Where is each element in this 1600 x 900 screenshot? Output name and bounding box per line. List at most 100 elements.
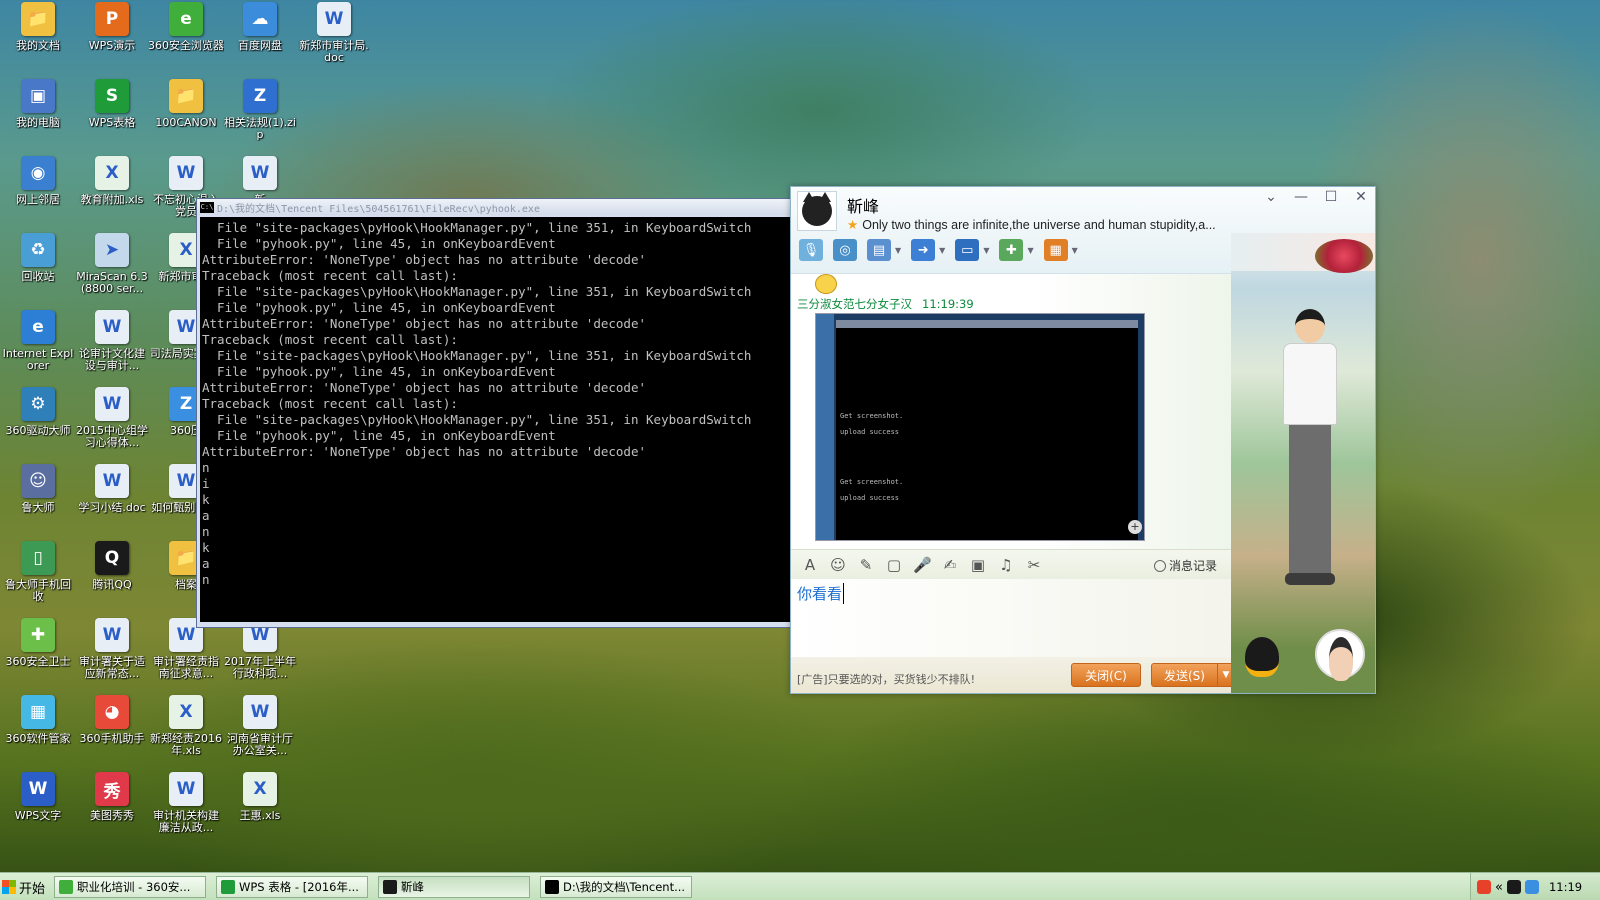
contact-name[interactable]: 靳峰 — [847, 193, 879, 217]
desktop-icon[interactable]: W 审计署关于适应新常态... — [74, 618, 150, 694]
taskbar-button[interactable]: 职业化培训 - 360安... — [54, 876, 206, 898]
desktop-icon[interactable]: W 2017年上半年行政科项... — [222, 618, 298, 694]
tray-app-icon[interactable] — [1477, 880, 1491, 894]
music-icon[interactable]: ♫ — [997, 556, 1015, 574]
tray-qq-icon[interactable] — [1506, 880, 1521, 894]
remote-desktop-icon[interactable]: ▭ — [955, 239, 980, 261]
chat-history[interactable]: 三分淑女范七分女子汉 11:19:39 Get screenshot. upload… — [791, 273, 1231, 549]
console-line: AttributeError: 'NoneType' object has no… — [202, 380, 647, 395]
desktop-icon[interactable]: W 审计署经责指南征求意... — [148, 618, 224, 694]
maximize-button[interactable]: ☐ — [1323, 189, 1339, 205]
scissors-icon[interactable]: ✂ — [1025, 556, 1043, 574]
meitu-icon: 秀 — [95, 772, 129, 806]
console-output[interactable]: File "site-packages\pyHook\HookManager.p… — [200, 217, 791, 622]
desktop-icon[interactable]: ◕ 360手机助手 — [74, 695, 150, 771]
dropdown-arrow-icon[interactable]: ▼ — [983, 246, 989, 255]
desktop-icon[interactable]: ♻ 回收站 — [0, 233, 76, 309]
edit-icon[interactable]: ✍ — [941, 556, 959, 574]
desktop-icon[interactable]: X 王惠.xls — [222, 772, 298, 848]
voice-call-icon[interactable]: 🎙 — [799, 239, 823, 261]
clock[interactable]: 11:19 — [1549, 880, 1582, 894]
dropdown-arrow-icon[interactable]: ▼ — [1072, 246, 1078, 255]
desktop-icon-label: 腾讯QQ — [92, 579, 132, 591]
dropdown-button[interactable]: ⌄ — [1263, 189, 1279, 205]
desktop-icon[interactable]: e Internet Explorer — [0, 310, 76, 386]
taskbar-button[interactable]: WPS 表格 - [2016年... — [216, 876, 368, 898]
message-screenshot-image[interactable]: Get screenshot. upload success Get screens… — [815, 313, 1145, 541]
console-titlebar[interactable]: C:\ D:\我的文档\Tencent Files\504561761\File… — [197, 199, 791, 215]
emoji-icon[interactable]: ☺ — [829, 556, 847, 574]
start-button[interactable]: 开始 — [2, 876, 50, 898]
desktop-icon[interactable]: ☺ 鲁大师 — [0, 464, 76, 540]
side-ad-banner[interactable] — [1231, 233, 1375, 273]
message-history-button[interactable]: 消息记录 — [1153, 557, 1217, 574]
qq-penguin-icon[interactable] — [1245, 637, 1279, 677]
desktop-icon[interactable]: S WPS表格 — [74, 79, 150, 155]
doc-icon: W — [95, 464, 129, 498]
voice-message-icon[interactable]: 🎤 — [913, 556, 932, 574]
contact-avatar[interactable] — [797, 191, 837, 231]
group-chat-icon[interactable]: ✚ — [999, 239, 1024, 261]
desktop-icon[interactable]: Q 腾讯QQ — [74, 541, 150, 617]
desktop-icon[interactable]: ▯ 鲁大师手机回收 — [0, 541, 76, 617]
dropdown-arrow-icon[interactable]: ▼ — [1027, 246, 1033, 255]
app-icon[interactable]: ▤ — [867, 239, 891, 261]
desktop-icon[interactable]: W 学习小结.doc — [74, 464, 150, 540]
desktop-icon[interactable]: 秀美图秀秀 — [74, 772, 150, 848]
desktop-icon[interactable]: W 新郑市审计局.doc — [296, 2, 372, 78]
message-sender: 三分淑女范七分女子汉 — [797, 297, 912, 311]
desktop-icon[interactable]: W 河南省审计厅办公室关... — [222, 695, 298, 771]
desktop-icon[interactable]: ➤ MiraScan 6.3 (8800 ser... — [74, 233, 150, 309]
zoom-plus-icon[interactable]: + — [1128, 520, 1142, 534]
dropdown-arrow-icon[interactable]: ▼ — [939, 246, 945, 255]
tray-network-icon[interactable] — [1524, 880, 1539, 894]
dropdown-arrow-icon[interactable]: ▼ — [895, 246, 901, 255]
console-line: Traceback (most recent call last): — [202, 332, 458, 347]
desktop-icon[interactable]: X 新郑经责2016年.xls — [148, 695, 224, 771]
input-toolbar: A ☺ ✎ ▢ 🎤 ✍ ▣ ♫ ✂ 消息记录 — [791, 549, 1231, 579]
desktop-icon[interactable]: 📁 100CANON — [148, 79, 224, 155]
ad-link[interactable]: [广告]只要选的对，买货钱少不排队! — [797, 671, 975, 687]
desktop-icon[interactable]: ◉ 网上邻居 — [0, 156, 76, 232]
file-transfer-icon[interactable]: ➜ — [911, 239, 936, 261]
console-line: File "site-packages\pyHook\HookManager.p… — [202, 412, 752, 427]
shake-icon[interactable]: ✎ — [857, 556, 875, 574]
browser-icon: e — [169, 2, 203, 36]
desktop-icon-label: WPS文字 — [14, 810, 62, 822]
desktop-icon[interactable]: 📁 我的文档 — [0, 2, 76, 78]
desktop-icon[interactable]: W 论审计文化建设与审计... — [74, 310, 150, 386]
my-avatar[interactable] — [1315, 629, 1365, 681]
desktop-icon[interactable]: ⚙ 360驱动大师 — [0, 387, 76, 463]
desktop-icon[interactable]: W WPS文字 — [0, 772, 76, 848]
close-button[interactable]: 关闭(C) — [1071, 663, 1141, 687]
font-icon[interactable]: A — [801, 556, 819, 574]
desktop-icon[interactable]: e 360安全浏览器 — [148, 2, 224, 78]
system-tray: « 11:19 — [1470, 873, 1600, 900]
console-line: n — [202, 460, 210, 475]
taskbar-button[interactable]: 靳峰 — [378, 876, 530, 898]
console-line: File "site-packages\pyHook\HookManager.p… — [202, 284, 752, 299]
desktop-icon[interactable]: P WPS演示 — [74, 2, 150, 78]
video-call-icon[interactable]: ◎ — [833, 239, 857, 261]
fig-fruit-image — [1315, 239, 1373, 273]
screenshot-icon[interactable]: ▢ — [885, 556, 903, 574]
desktop-icon[interactable]: ▦ 360软件管家 — [0, 695, 76, 771]
desktop-icon[interactable]: Z 相关法规(1).zip — [222, 79, 298, 155]
desktop-icon[interactable]: ☁ 百度网盘 — [222, 2, 298, 78]
desktop-icon[interactable]: X 教育附加.xls — [74, 156, 150, 232]
tray-expand-button[interactable]: « — [1495, 880, 1503, 895]
message-input[interactable]: 你看看 — [791, 579, 1231, 659]
desktop-icon-label: 回收站 — [21, 271, 55, 283]
desktop-icon[interactable]: W 2015中心组学习心得体... — [74, 387, 150, 463]
taskbar-button[interactable]: D:\我的文档\Tencent... — [540, 876, 692, 898]
send-button[interactable]: 发送(S) — [1151, 663, 1217, 687]
apps-grid-icon[interactable]: ▦ — [1043, 239, 1068, 261]
close-window-button[interactable]: ✕ — [1353, 189, 1369, 205]
desktop-icon[interactable]: ✚ 360安全卫士 — [0, 618, 76, 694]
minimize-button[interactable]: — — [1293, 189, 1309, 205]
desktop-icon[interactable]: ▣ 我的电脑 — [0, 79, 76, 155]
desktop-icon[interactable]: W 审计机关构建廉洁从政... — [148, 772, 224, 848]
image-icon[interactable]: ▣ — [969, 556, 987, 574]
qq-chat-window[interactable]: 靳峰 ★ Only two things are infinite,the uni… — [790, 186, 1376, 694]
console-window[interactable]: C:\ D:\我的文档\Tencent Files\504561761\File… — [196, 198, 792, 628]
